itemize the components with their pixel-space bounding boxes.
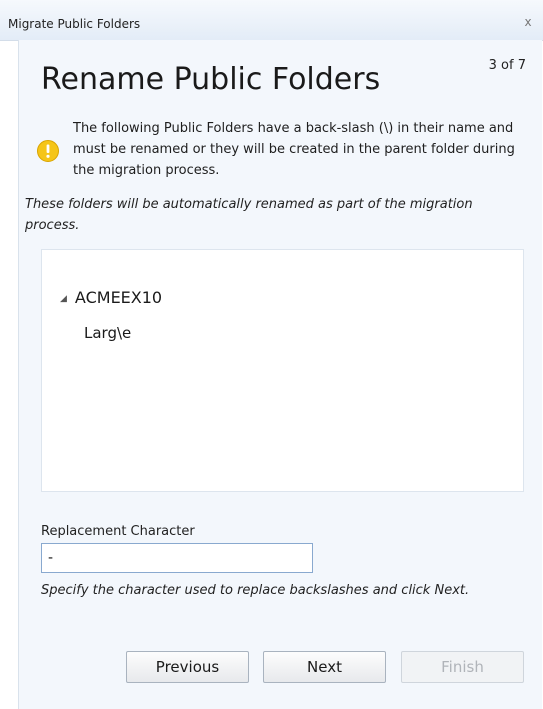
page-title: Rename Public Folders xyxy=(41,62,381,97)
tree-node-root[interactable]: ◢ ACMEEX10 xyxy=(60,288,162,307)
tree-node-child[interactable]: Larg\e xyxy=(84,324,131,342)
next-button[interactable]: Next xyxy=(263,651,386,683)
title-bar: Migrate Public Folders x xyxy=(0,0,543,41)
replacement-character-input[interactable] xyxy=(41,543,313,573)
window-title: Migrate Public Folders xyxy=(8,17,141,31)
tree-node-label: ACMEEX10 xyxy=(74,288,163,307)
replacement-hint: Specify the character used to replace ba… xyxy=(41,583,470,598)
info-note: These folders will be automatically rena… xyxy=(25,197,473,233)
warning-icon xyxy=(37,140,59,162)
finish-button[interactable]: Finish xyxy=(401,651,524,683)
warning-message: The following Public Folders have a back… xyxy=(73,121,515,178)
expand-arrow-icon[interactable]: ◢ xyxy=(60,294,67,304)
folder-tree[interactable]: ◢ ACMEEX10 Larg\e xyxy=(41,249,524,492)
migrate-dialog: Migrate Public Folders x Rename Public F… xyxy=(0,0,543,709)
replacement-label: Replacement Character xyxy=(41,524,195,539)
close-icon[interactable]: x xyxy=(521,15,535,29)
step-indicator: 3 of 7 xyxy=(488,58,526,73)
wizard-panel: Rename Public Folders 3 of 7 The followi… xyxy=(18,40,542,709)
previous-button[interactable]: Previous xyxy=(126,651,249,683)
